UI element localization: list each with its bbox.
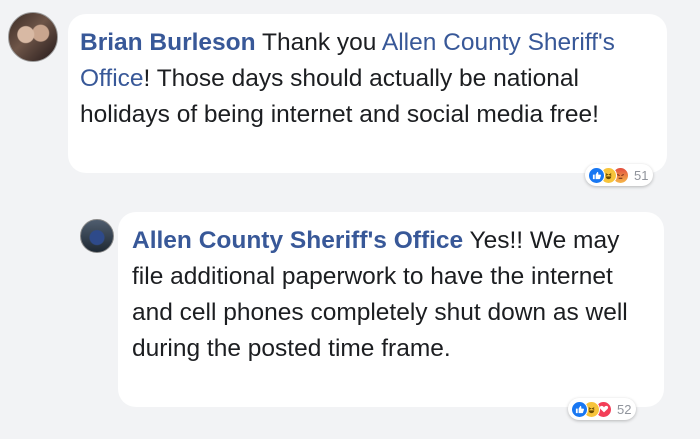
- comment-text: ! Those days should actually be national…: [80, 65, 599, 128]
- reaction-count: 52: [617, 401, 632, 417]
- reply-bubble: Allen County Sheriff's Office Yes!! We m…: [118, 212, 664, 407]
- comment-bubble: Brian Burleson Thank you Allen County Sh…: [68, 14, 667, 173]
- comment-text: Thank you: [255, 29, 382, 56]
- avatar-allen-county-sheriffs-office[interactable]: [80, 219, 114, 253]
- like-icon: [571, 400, 588, 418]
- comment-author-link[interactable]: Brian Burleson: [80, 29, 256, 56]
- avatar-brian-burleson[interactable]: [8, 12, 58, 62]
- reaction-summary[interactable]: 52: [568, 398, 637, 420]
- reply-author-link[interactable]: Allen County Sheriff's Office: [132, 227, 463, 254]
- like-icon: [588, 166, 605, 184]
- reaction-summary[interactable]: 51: [585, 164, 654, 186]
- reaction-count: 51: [634, 167, 649, 183]
